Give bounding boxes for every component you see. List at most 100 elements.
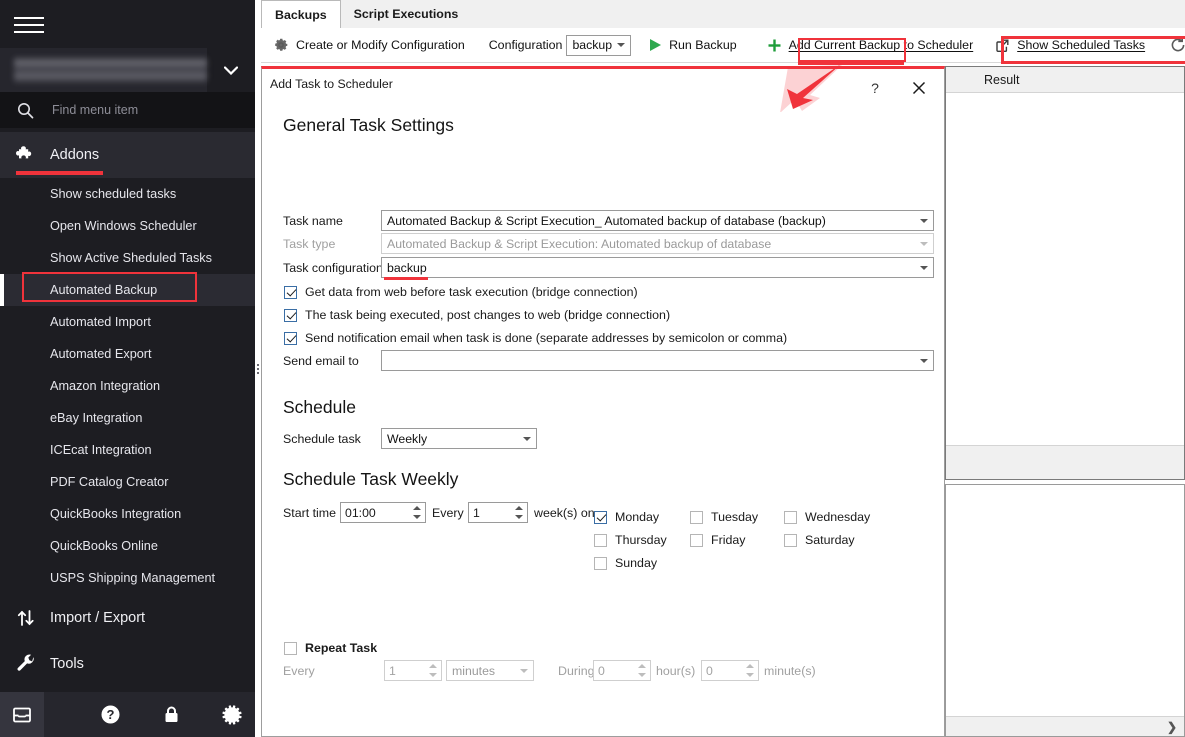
every-weeks-spinner[interactable]: 1 xyxy=(468,502,528,523)
sidebar-item-label: eBay Integration xyxy=(50,411,143,425)
checkbox-saturday[interactable] xyxy=(784,533,797,547)
spinner-down-icon[interactable] xyxy=(413,515,421,519)
day-checkbox-saturday-row[interactable]: Saturday xyxy=(784,533,855,547)
add-task-to-scheduler-dialog: Add Task to Scheduler ? General Task Set… xyxy=(261,66,945,737)
schedule-task-weekly-heading: Schedule Task Weekly xyxy=(283,469,459,489)
start-time-spinner[interactable]: 01:00 xyxy=(340,502,426,523)
spinner-up-icon[interactable] xyxy=(515,506,523,510)
configuration-label: Configuration xyxy=(488,38,563,52)
day-checkbox-tuesday-row[interactable]: Tuesday xyxy=(690,510,758,524)
menu-search-row[interactable] xyxy=(0,92,255,128)
checkbox-post-changes-to-web[interactable] xyxy=(284,308,297,322)
repeat-task-label: Repeat Task xyxy=(305,641,378,655)
sidebar-item-show-scheduled-tasks[interactable]: Show scheduled tasks xyxy=(0,178,255,210)
checkbox-send-notification-email-row[interactable]: Send notification email when task is don… xyxy=(284,331,787,345)
sidebar-item-label: Automated Import xyxy=(50,315,151,329)
sidebar-item-label: Amazon Integration xyxy=(50,379,161,393)
sidebar-item-label: Show Active Sheduled Tasks xyxy=(50,251,212,265)
inbox-tray-icon[interactable] xyxy=(0,692,44,737)
schedule-task-combobox[interactable]: Weekly xyxy=(381,428,537,449)
day-checkbox-thursday-row[interactable]: Thursday xyxy=(594,533,667,547)
help-question-icon[interactable]: ? xyxy=(89,692,133,737)
task-name-combobox[interactable]: Automated Backup & Script Execution_ Aut… xyxy=(381,210,934,231)
chevron-down-icon[interactable] xyxy=(207,48,255,92)
sidebar-item-quickbooks-online[interactable]: QuickBooks Online xyxy=(0,530,255,562)
checkbox-send-notification-email[interactable] xyxy=(284,331,297,345)
sidebar-item-amazon-integration[interactable]: Amazon Integration xyxy=(0,370,255,402)
checkbox-get-data-from-web-row[interactable]: Get data from web before task execution … xyxy=(284,285,638,299)
sidebar-item-automated-export[interactable]: Automated Export xyxy=(0,338,255,370)
tab-label: Script Executions xyxy=(353,7,459,21)
chevron-down-icon xyxy=(920,218,928,223)
sidebar-group-addons[interactable]: Addons xyxy=(0,132,255,178)
spinner-up-icon xyxy=(638,664,646,668)
sidebar-item-icecat-integration[interactable]: ICEcat Integration xyxy=(0,434,255,466)
checkbox-tuesday[interactable] xyxy=(690,510,703,524)
sidebar-item-pdf-catalog-creator[interactable]: PDF Catalog Creator xyxy=(0,466,255,498)
day-label: Sunday xyxy=(615,556,658,570)
repeat-task-row[interactable]: Repeat Task xyxy=(284,641,377,655)
refresh-button[interactable] xyxy=(1163,32,1185,58)
checkbox-get-data-from-web[interactable] xyxy=(284,285,297,299)
lock-icon[interactable] xyxy=(150,692,194,737)
sidebar-group-tools[interactable]: Tools xyxy=(0,641,255,687)
result-column-header-label: Result xyxy=(984,72,1020,87)
sidebar-item-quickbooks-integration[interactable]: QuickBooks Integration xyxy=(0,498,255,530)
sidebar-item-label: Open Windows Scheduler xyxy=(50,219,197,233)
repeat-unit-value: minutes xyxy=(452,663,496,678)
checkbox-sunday[interactable] xyxy=(594,556,607,570)
checkbox-post-changes-to-web-row[interactable]: The task being executed, post changes to… xyxy=(284,308,670,322)
send-email-to-combobox[interactable] xyxy=(381,350,934,371)
send-email-to-label: Send email to xyxy=(283,354,359,368)
sidebar-group-import-export[interactable]: Import / Export xyxy=(0,595,255,641)
day-checkbox-wednesday-row[interactable]: Wednesday xyxy=(784,510,870,524)
sidebar-tray: ? xyxy=(0,692,255,737)
day-checkbox-friday-row[interactable]: Friday xyxy=(690,533,745,547)
repeat-every-value: 1 xyxy=(389,663,396,678)
search-input[interactable] xyxy=(50,102,255,118)
checkbox-thursday[interactable] xyxy=(594,533,607,547)
splitter-grip-icon xyxy=(257,363,259,374)
day-label: Saturday xyxy=(805,533,855,547)
tab-backups[interactable]: Backups xyxy=(261,0,341,28)
result-panel: Result ❯ xyxy=(945,66,1185,737)
task-configuration-combobox[interactable]: backup xyxy=(381,257,934,278)
repeat-hours-spinner: 0 xyxy=(593,660,651,681)
day-checkbox-sunday-row[interactable]: Sunday xyxy=(594,556,657,570)
active-group-underline xyxy=(16,171,103,175)
hamburger-bar xyxy=(14,17,44,19)
run-backup-button[interactable]: Run Backup xyxy=(643,32,743,58)
tab-script-executions[interactable]: Script Executions xyxy=(340,0,472,28)
spinner-down-icon[interactable] xyxy=(515,515,523,519)
configuration-combobox[interactable]: backup xyxy=(566,34,632,56)
sidebar-item-automated-import[interactable]: Automated Import xyxy=(0,306,255,338)
sidebar-item-show-active-sheduled-tasks[interactable]: Show Active Sheduled Tasks xyxy=(0,242,255,274)
day-checkbox-monday-row[interactable]: Monday xyxy=(594,510,659,524)
create-or-modify-configuration-button[interactable]: Create or Modify Configuration xyxy=(267,32,471,58)
checkbox-repeat-task[interactable] xyxy=(284,641,297,655)
close-x-icon[interactable] xyxy=(904,75,934,101)
schedule-heading: Schedule xyxy=(283,397,356,417)
account-selector[interactable] xyxy=(0,48,255,92)
wrench-icon xyxy=(16,654,50,674)
show-scheduled-tasks-button[interactable]: Show Scheduled Tasks xyxy=(989,32,1151,58)
add-current-backup-to-scheduler-button[interactable]: Add Current Backup to Scheduler xyxy=(761,32,980,58)
sidebar-item-label: Automated Backup xyxy=(50,283,158,297)
sidebar-item-ebay-integration[interactable]: eBay Integration xyxy=(0,402,255,434)
result-column-header[interactable]: Result xyxy=(946,67,1184,93)
hamburger-menu-icon[interactable] xyxy=(14,10,48,40)
chevron-right-icon[interactable]: ❯ xyxy=(1167,720,1177,734)
question-mark-icon[interactable]: ? xyxy=(862,77,888,99)
sidebar-item-automated-backup[interactable]: Automated Backup xyxy=(0,274,255,306)
checkbox-monday[interactable] xyxy=(594,510,607,524)
spinner-up-icon[interactable] xyxy=(413,506,421,510)
checkbox-friday[interactable] xyxy=(690,533,703,547)
repeat-every-spinner: 1 xyxy=(384,660,442,681)
task-type-combobox: Automated Backup & Script Execution: Aut… xyxy=(381,233,934,254)
gear-icon[interactable] xyxy=(212,692,256,737)
sidebar-item-label: QuickBooks Online xyxy=(50,539,158,553)
sidebar-item-usps-shipping-management[interactable]: USPS Shipping Management xyxy=(0,562,255,594)
checkbox-wednesday[interactable] xyxy=(784,510,797,524)
sidebar-item-open-windows-scheduler[interactable]: Open Windows Scheduler xyxy=(0,210,255,242)
result-grid: Result xyxy=(945,66,1185,480)
